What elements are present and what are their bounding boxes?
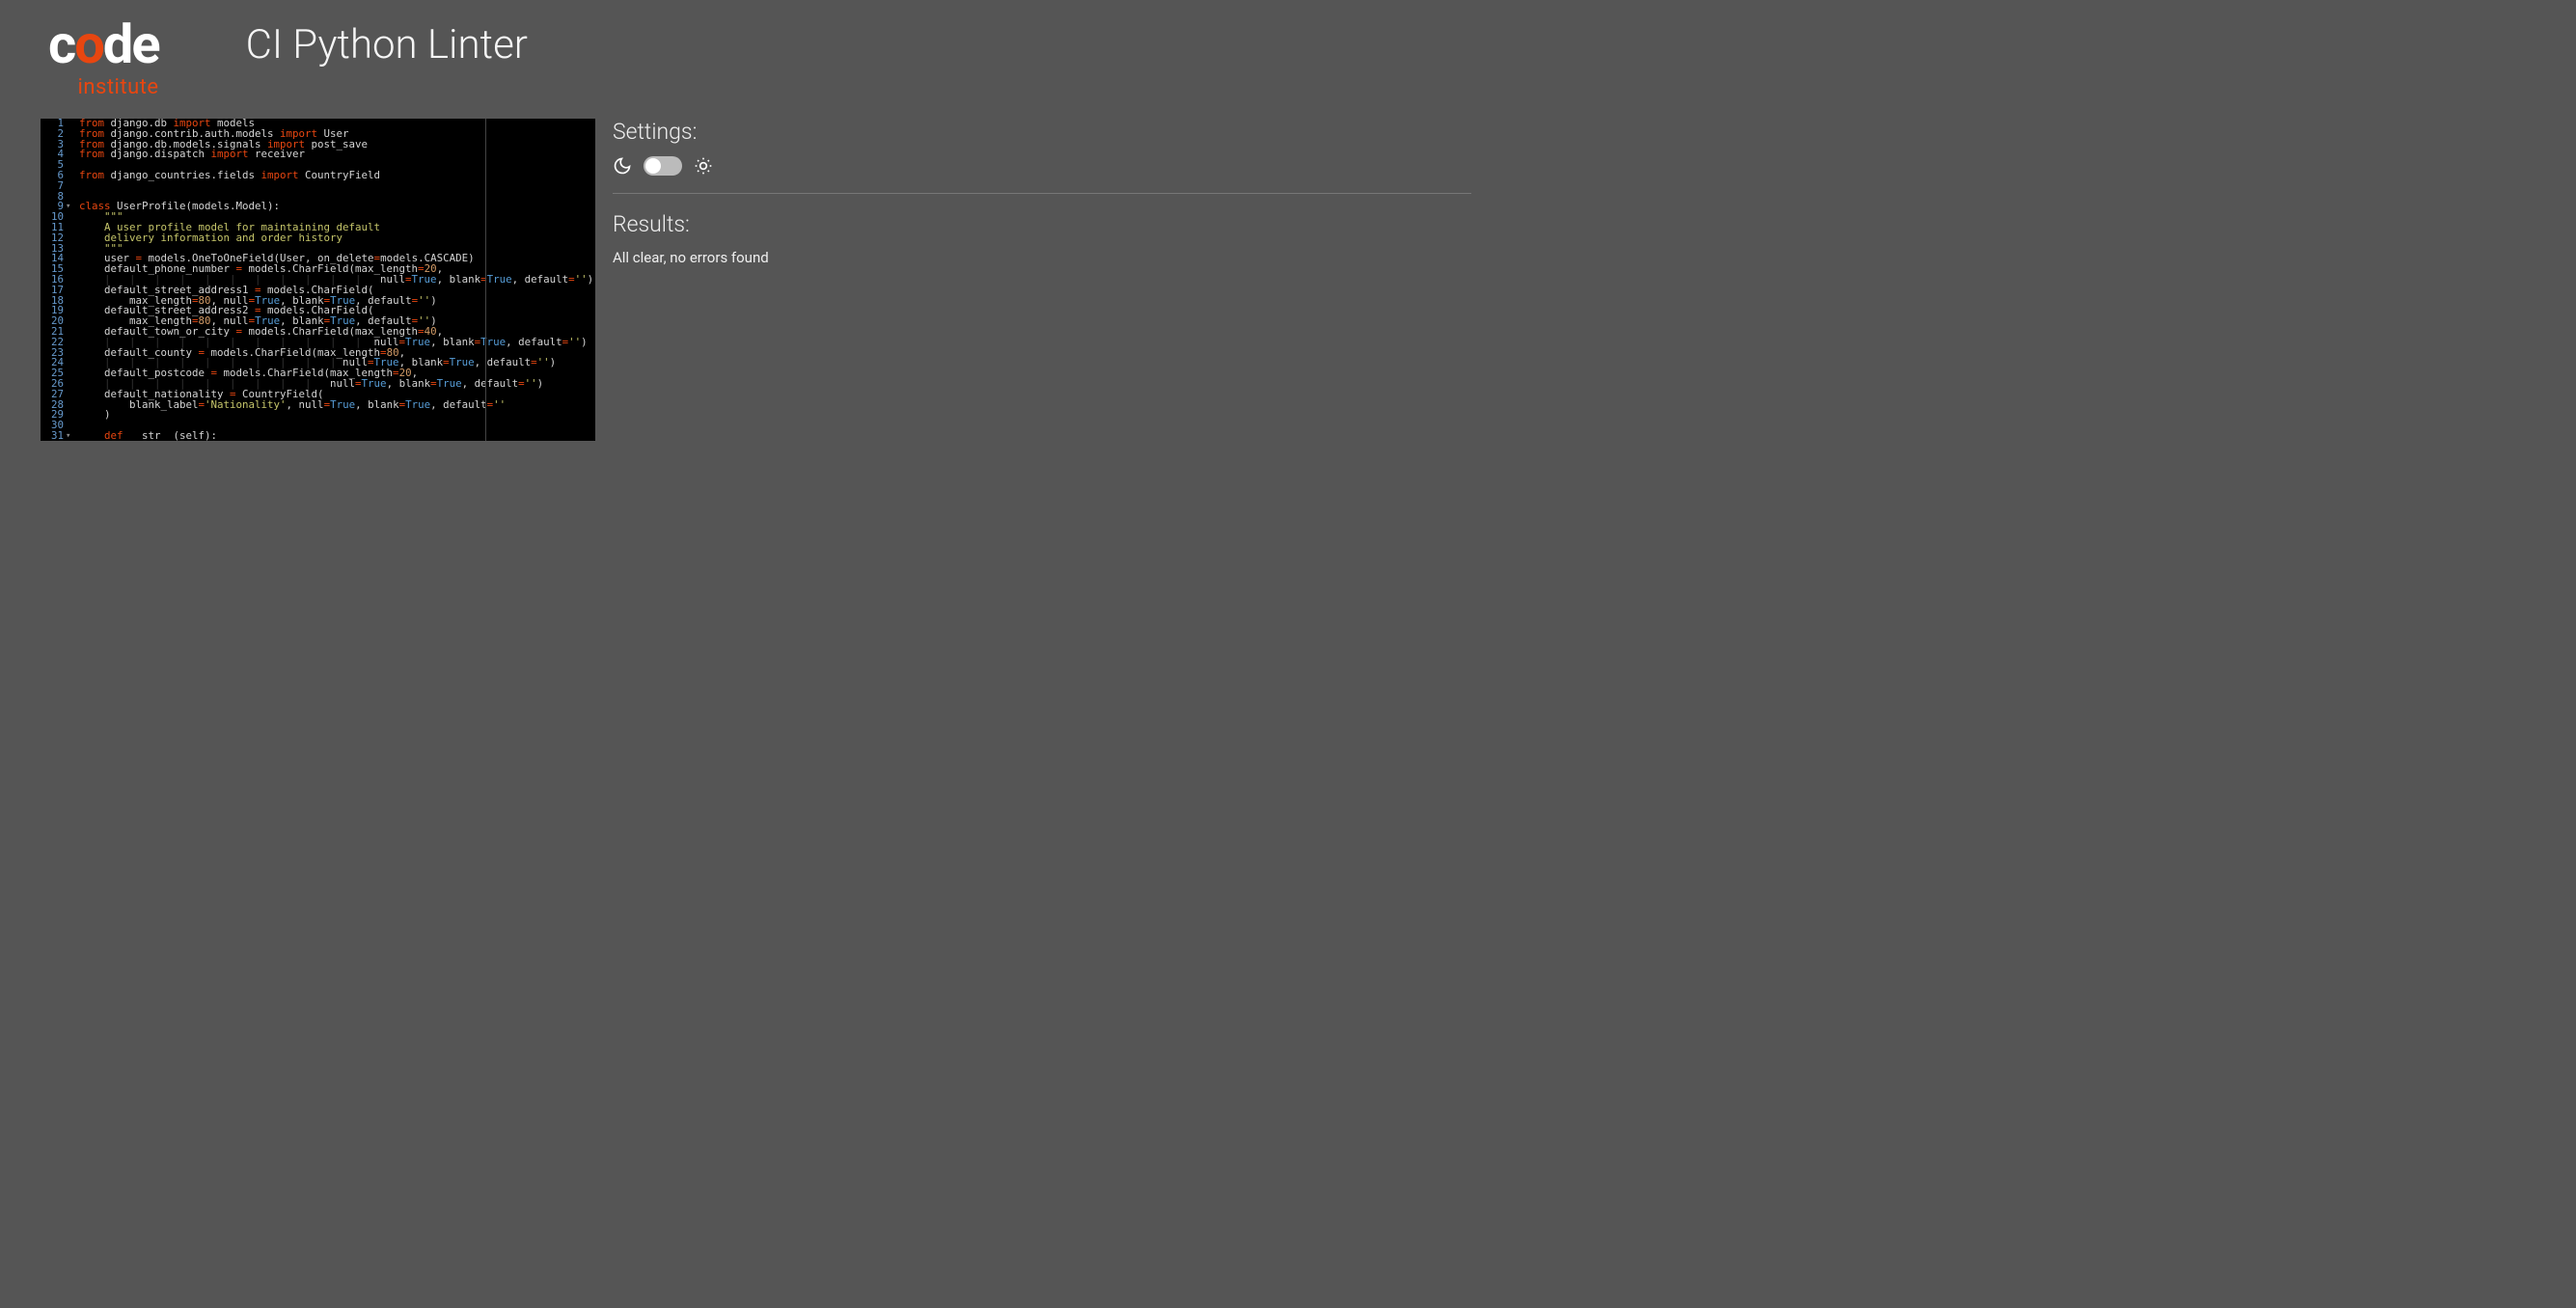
code-content[interactable]: from django.db import modelsfrom django.… (77, 119, 593, 441)
logo-letters-de: de (103, 13, 159, 76)
header: code institute CI Python Linter (0, 0, 1491, 99)
code-line[interactable] (79, 181, 593, 192)
code-line[interactable]: from django_countries.fields import Coun… (79, 171, 593, 181)
results-heading: Results: (613, 211, 1471, 237)
code-line[interactable]: blank_label='Nationality', null=True, bl… (79, 400, 593, 411)
sun-icon (694, 156, 713, 176)
theme-toggle[interactable] (644, 156, 682, 176)
code-line[interactable]: delivery information and order history (79, 233, 593, 244)
sidebar: Settings: Results: All clear, no errors … (613, 119, 1491, 441)
logo: code institute (48, 17, 159, 99)
ruler-line (485, 119, 486, 441)
toggle-knob (645, 158, 661, 174)
settings-heading: Settings: (613, 119, 1471, 145)
logo-subtitle: institute (77, 75, 158, 99)
code-line[interactable]: class UserProfile(models.Model): (79, 202, 593, 212)
results-text: All clear, no errors found (613, 249, 1471, 266)
code-line[interactable]: ) (79, 410, 593, 421)
line-number-gutter: 1234567891011121314151617181920212223242… (41, 119, 68, 441)
code-line[interactable]: from django.dispatch import receiver (79, 150, 593, 160)
page-title: CI Python Linter (246, 21, 528, 68)
code-line[interactable]: def __str__(self): (79, 431, 593, 441)
fold-arrow-icon[interactable]: ▾ (66, 202, 70, 212)
logo-letter-o: o (74, 13, 103, 76)
moon-icon (613, 156, 632, 176)
fold-arrow-icon[interactable]: ▾ (66, 431, 70, 441)
fold-column: ▾▾ (68, 119, 77, 441)
main: 1234567891011121314151617181920212223242… (0, 99, 1491, 441)
divider (613, 193, 1471, 194)
code-editor[interactable]: 1234567891011121314151617181920212223242… (41, 119, 595, 441)
line-number: 31 (41, 431, 64, 441)
logo-main: code (48, 17, 159, 71)
logo-letter-c: c (48, 13, 74, 76)
theme-settings-row (613, 156, 1471, 176)
